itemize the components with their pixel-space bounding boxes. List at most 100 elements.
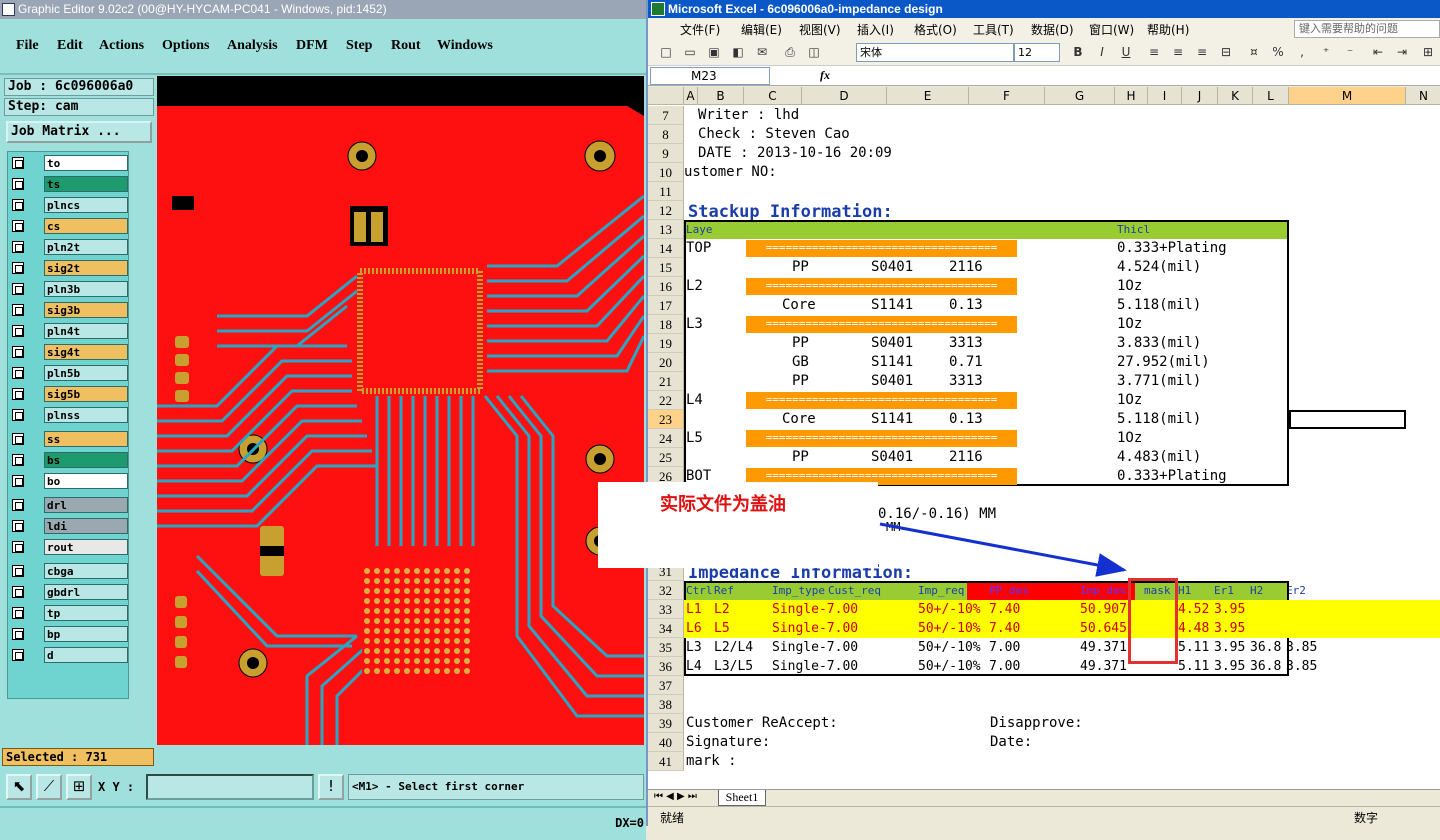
layer-checkbox[interactable] <box>12 304 24 316</box>
name-box[interactable]: M23 <box>650 67 770 85</box>
row-header-9[interactable]: 9 <box>648 144 684 163</box>
bold-button[interactable]: B <box>1070 44 1086 60</box>
percent-icon[interactable]: % <box>1270 44 1286 60</box>
layer-row-ts[interactable]: ts <box>10 176 128 192</box>
column-header-A[interactable]: A <box>684 87 698 105</box>
column-header-J[interactable]: J <box>1182 87 1218 105</box>
xy-input[interactable] <box>146 774 314 800</box>
row-header-39[interactable]: 39 <box>648 714 684 733</box>
decrease-indent-icon[interactable]: ⇤ <box>1370 44 1386 60</box>
layer-row-drl[interactable]: drl <box>10 497 128 513</box>
align-left-icon[interactable]: ≡ <box>1146 44 1162 60</box>
row-header-24[interactable]: 24 <box>648 429 684 448</box>
row-header-14[interactable]: 14 <box>648 239 684 258</box>
row-header-20[interactable]: 20 <box>648 353 684 372</box>
row-header-25[interactable]: 25 <box>648 448 684 467</box>
menu-file[interactable]: File <box>16 38 39 54</box>
layer-row-ldi[interactable]: ldi <box>10 518 128 534</box>
pcb-canvas[interactable] <box>157 76 644 745</box>
menu-help-cn[interactable]: 帮助(H) <box>1147 21 1189 38</box>
menu-windows[interactable]: Windows <box>437 38 493 54</box>
measure-tool-button[interactable]: ⟋ <box>36 774 62 800</box>
column-header-C[interactable]: C <box>744 87 802 105</box>
row-header-36[interactable]: 36 <box>648 657 684 676</box>
layer-checkbox[interactable] <box>12 520 24 532</box>
layer-row-cs[interactable]: cs <box>10 218 128 234</box>
layer-row-cbga[interactable]: cbga <box>10 563 128 579</box>
layer-checkbox[interactable] <box>12 475 24 487</box>
column-header-K[interactable]: K <box>1218 87 1253 105</box>
selected-cell-m23[interactable] <box>1289 410 1406 429</box>
print-icon[interactable]: ⎙ <box>782 44 798 60</box>
layer-name[interactable]: ts <box>44 176 128 192</box>
row-header-16[interactable]: 16 <box>648 277 684 296</box>
alert-icon[interactable]: ! <box>318 774 344 800</box>
print-preview-icon[interactable]: ◫ <box>806 44 822 60</box>
layer-name[interactable]: sig3b <box>44 302 128 318</box>
layer-checkbox[interactable] <box>12 367 24 379</box>
new-icon[interactable]: □ <box>658 44 674 60</box>
zoom-tool-button[interactable]: ⬉ <box>6 774 32 800</box>
layer-row-pln5b[interactable]: pln5b <box>10 365 128 381</box>
column-header-B[interactable]: B <box>698 87 744 105</box>
row-header-37[interactable]: 37 <box>648 676 684 695</box>
layer-row-sig5b[interactable]: sig5b <box>10 386 128 402</box>
column-header-L[interactable]: L <box>1253 87 1289 105</box>
increase-indent-icon[interactable]: ⇥ <box>1394 44 1410 60</box>
layer-row-plnss[interactable]: plnss <box>10 407 128 423</box>
row-header-23[interactable]: 23 <box>648 410 684 429</box>
currency-icon[interactable]: ¤ <box>1246 44 1262 60</box>
layer-checkbox[interactable] <box>12 454 24 466</box>
layer-row-bs[interactable]: bs <box>10 452 128 468</box>
menu-actions[interactable]: Actions <box>99 38 144 54</box>
menu-view-cn[interactable]: 视图(V) <box>799 21 841 38</box>
layer-name[interactable]: plnss <box>44 407 128 423</box>
email-icon[interactable]: ✉ <box>754 44 770 60</box>
menu-edit-cn[interactable]: 编辑(E) <box>741 21 782 38</box>
layer-name[interactable]: to <box>44 155 128 171</box>
column-header-G[interactable]: G <box>1045 87 1115 105</box>
menu-options[interactable]: Options <box>162 38 209 54</box>
column-header-E[interactable]: E <box>887 87 969 105</box>
underline-button[interactable]: U <box>1118 44 1134 60</box>
layer-name[interactable]: plncs <box>44 197 128 213</box>
layer-name[interactable]: cbga <box>44 563 128 579</box>
font-size-select[interactable]: 12 <box>1014 43 1060 62</box>
layer-checkbox[interactable] <box>12 409 24 421</box>
layer-checkbox[interactable] <box>12 220 24 232</box>
sheet-tab-sheet1[interactable]: Sheet1 <box>718 790 766 806</box>
layer-name[interactable]: drl <box>44 497 128 513</box>
row-header-22[interactable]: 22 <box>648 391 684 410</box>
layer-checkbox[interactable] <box>12 607 24 619</box>
layer-name[interactable]: pln5b <box>44 365 128 381</box>
row-header-41[interactable]: 41 <box>648 752 684 771</box>
layer-name[interactable]: sig4t <box>44 344 128 360</box>
layer-row-pln4t[interactable]: pln4t <box>10 323 128 339</box>
row-header-17[interactable]: 17 <box>648 296 684 315</box>
row-header-33[interactable]: 33 <box>648 600 684 619</box>
layer-name[interactable]: ldi <box>44 518 128 534</box>
row-header-34[interactable]: 34 <box>648 619 684 638</box>
layer-name[interactable]: gbdrl <box>44 584 128 600</box>
layer-checkbox[interactable] <box>12 433 24 445</box>
job-matrix-button[interactable]: Job Matrix ... <box>6 121 152 143</box>
row-header-15[interactable]: 15 <box>648 258 684 277</box>
column-header-N[interactable]: N <box>1406 87 1440 105</box>
save-icon[interactable]: ▣ <box>706 44 722 60</box>
permission-icon[interactable]: ◧ <box>730 44 746 60</box>
layer-name[interactable]: bs <box>44 452 128 468</box>
row-header-19[interactable]: 19 <box>648 334 684 353</box>
layer-row-pln2t[interactable]: pln2t <box>10 239 128 255</box>
align-right-icon[interactable]: ≡ <box>1194 44 1210 60</box>
layer-checkbox[interactable] <box>12 388 24 400</box>
row-header-11[interactable]: 11 <box>648 182 684 201</box>
row-header-32[interactable]: 32 <box>648 581 684 600</box>
comma-icon[interactable]: , <box>1294 44 1310 60</box>
open-icon[interactable]: ▭ <box>682 44 698 60</box>
layer-checkbox[interactable] <box>12 262 24 274</box>
layer-name[interactable]: rout <box>44 539 128 555</box>
menu-step[interactable]: Step <box>346 38 372 54</box>
row-header-12[interactable]: 12 <box>648 201 684 220</box>
layer-row-pln3b[interactable]: pln3b <box>10 281 128 297</box>
layer-row-rout[interactable]: rout <box>10 539 128 555</box>
